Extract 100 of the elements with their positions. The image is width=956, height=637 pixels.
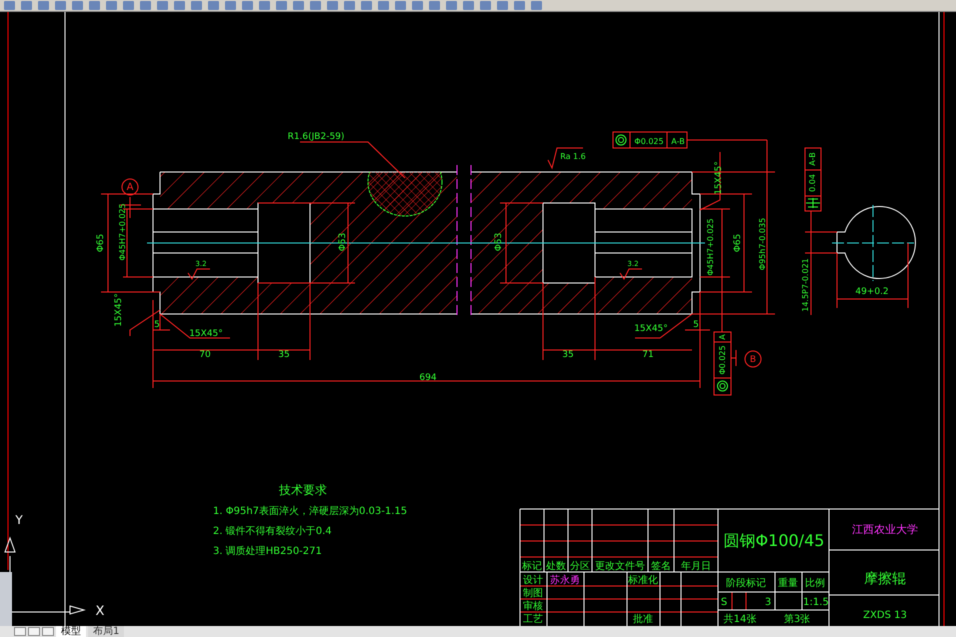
toolbar-icon[interactable] bbox=[259, 1, 270, 10]
dimension-value: 35 bbox=[278, 350, 290, 360]
toolbar-icon[interactable] bbox=[497, 1, 508, 10]
title-block-label: 标记 bbox=[522, 561, 542, 572]
dimension-value: 15X45° bbox=[189, 329, 223, 339]
dimension-value: Φ65 bbox=[733, 234, 743, 252]
toolbar-icon[interactable] bbox=[446, 1, 457, 10]
title-block-label: 设计 bbox=[523, 575, 543, 586]
toolbar-icon[interactable] bbox=[276, 1, 287, 10]
toolbar-icon[interactable] bbox=[293, 1, 304, 10]
nav-button[interactable] bbox=[42, 627, 54, 636]
toolbar-icon[interactable] bbox=[55, 1, 66, 10]
title-block-label: 更改文件号 bbox=[595, 561, 645, 572]
surface-note: R1.6(JB2-59) bbox=[288, 132, 344, 142]
dimension-value: Φ53 bbox=[494, 232, 504, 252]
dimension-value: 5 bbox=[154, 320, 160, 330]
nav-button[interactable] bbox=[14, 627, 26, 636]
dimension-value: 35 bbox=[562, 350, 574, 360]
toolbar-icon[interactable] bbox=[514, 1, 525, 10]
toolbar-icon[interactable] bbox=[361, 1, 372, 10]
concentricity-icon bbox=[717, 380, 728, 392]
title-block-label: 批准 bbox=[633, 614, 653, 625]
title-block-label: 年月日 bbox=[681, 561, 711, 572]
dimension-value: 14.5P7-0.021 bbox=[801, 258, 810, 312]
title-block-label: 处数 bbox=[546, 561, 566, 572]
toolbar-icon[interactable] bbox=[106, 1, 117, 10]
toolbar-icon[interactable] bbox=[480, 1, 491, 10]
dimension-value: 70 bbox=[199, 350, 211, 360]
material-text: 圆钢Φ100/45 bbox=[724, 531, 824, 550]
toolbar-icon[interactable] bbox=[89, 1, 100, 10]
title-block-label: 第3张 bbox=[784, 614, 810, 625]
toolbar-icon[interactable] bbox=[344, 1, 355, 10]
title-block-label: 共14张 bbox=[724, 614, 756, 625]
tolerance-value: A-B bbox=[808, 152, 817, 166]
dimension-value: 694 bbox=[419, 373, 437, 383]
title-block-label: 比例 bbox=[805, 578, 825, 589]
title-block-label: 工艺 bbox=[523, 614, 543, 625]
title-block-label: 制图 bbox=[523, 588, 543, 599]
dimension-value: 5 bbox=[693, 320, 699, 330]
title-block-label: 分区 bbox=[570, 561, 590, 572]
dimension-value: Φ45H7+0.025 bbox=[706, 218, 715, 276]
toolbar-icon[interactable] bbox=[378, 1, 389, 10]
toolbar-icon[interactable] bbox=[242, 1, 253, 10]
title-block-label: 签名 bbox=[651, 561, 671, 572]
title-block-label: ZXDS 13 bbox=[863, 610, 907, 621]
nav-button[interactable] bbox=[28, 627, 40, 636]
part-name: 摩擦辊 bbox=[864, 571, 906, 587]
requirement-line: 3. 调质处理HB250-271 bbox=[213, 546, 322, 557]
dimension-value: 71 bbox=[642, 350, 654, 360]
requirement-line: 1. Φ95h7表面淬火，淬硬层深为0.03-1.15 bbox=[213, 506, 408, 517]
datum-label: B bbox=[750, 355, 756, 365]
name-text: 苏永勇 bbox=[550, 575, 580, 586]
toolbar-icon[interactable] bbox=[174, 1, 185, 10]
toolbar-icon[interactable] bbox=[21, 1, 32, 10]
tolerance-value: 0.04 bbox=[808, 174, 817, 192]
dimension-value: 15X45° bbox=[714, 161, 724, 195]
toolbar-icon[interactable] bbox=[4, 1, 15, 10]
title-block-label: S bbox=[720, 597, 728, 608]
dimension-value: 15X45° bbox=[634, 324, 668, 334]
datum-label: A bbox=[126, 182, 134, 193]
toolbar-icon[interactable] bbox=[327, 1, 338, 10]
requirements-heading: 技术要求 bbox=[279, 483, 327, 497]
title-block-label: 标准化 bbox=[628, 575, 658, 586]
tolerance-value: A bbox=[718, 334, 727, 340]
axis-label: Y bbox=[15, 513, 23, 527]
dimension-value: 15X45° bbox=[114, 293, 124, 327]
tolerance-value: A-B bbox=[671, 137, 685, 146]
toolbar-icon[interactable] bbox=[412, 1, 423, 10]
toolbar-icon[interactable] bbox=[531, 1, 542, 10]
tolerance-value: Φ0.025 bbox=[718, 345, 727, 375]
dimension-value: Φ45H7+0.025 bbox=[118, 203, 127, 261]
tolerance-value: Φ0.025 bbox=[634, 137, 664, 146]
toolbar-icon[interactable] bbox=[72, 1, 83, 10]
symmetry-icon bbox=[806, 198, 820, 208]
dimension-value: Φ95h7-0.035 bbox=[758, 218, 767, 270]
toolbar-icon[interactable] bbox=[310, 1, 321, 10]
toolbar-icon[interactable] bbox=[208, 1, 219, 10]
dimension-value: Φ65 bbox=[96, 234, 106, 252]
concentricity-icon bbox=[616, 134, 626, 146]
surface-note: Ra 1.6 bbox=[560, 152, 586, 161]
toolbar-icon[interactable] bbox=[140, 1, 151, 10]
toolbar-icon[interactable] bbox=[429, 1, 440, 10]
toolbar-icon[interactable] bbox=[463, 1, 474, 10]
layout-tab[interactable]: 布局1 bbox=[88, 626, 124, 637]
dimension-value: 49+0.2 bbox=[855, 287, 889, 297]
dimension-value: Φ53 bbox=[338, 232, 348, 252]
toolbar-icon[interactable] bbox=[38, 1, 49, 10]
datum-marker bbox=[744, 350, 762, 368]
title-block-label: 重量 bbox=[778, 578, 798, 589]
title-block-label: 审核 bbox=[523, 601, 543, 612]
title-block-label: 3 bbox=[764, 597, 772, 608]
toolbar-icon[interactable] bbox=[123, 1, 134, 10]
requirement-line: 2. 锻件不得有裂纹小于0.4 bbox=[213, 526, 332, 537]
layout-tab[interactable]: 模型 bbox=[56, 626, 86, 637]
toolbar-icon[interactable] bbox=[395, 1, 406, 10]
toolbar-icon[interactable] bbox=[225, 1, 236, 10]
toolbar-icon[interactable] bbox=[191, 1, 202, 10]
toolbar-icon[interactable] bbox=[157, 1, 168, 10]
title-block-label: 阶段标记 bbox=[726, 578, 766, 589]
axis-label: X bbox=[96, 604, 104, 619]
